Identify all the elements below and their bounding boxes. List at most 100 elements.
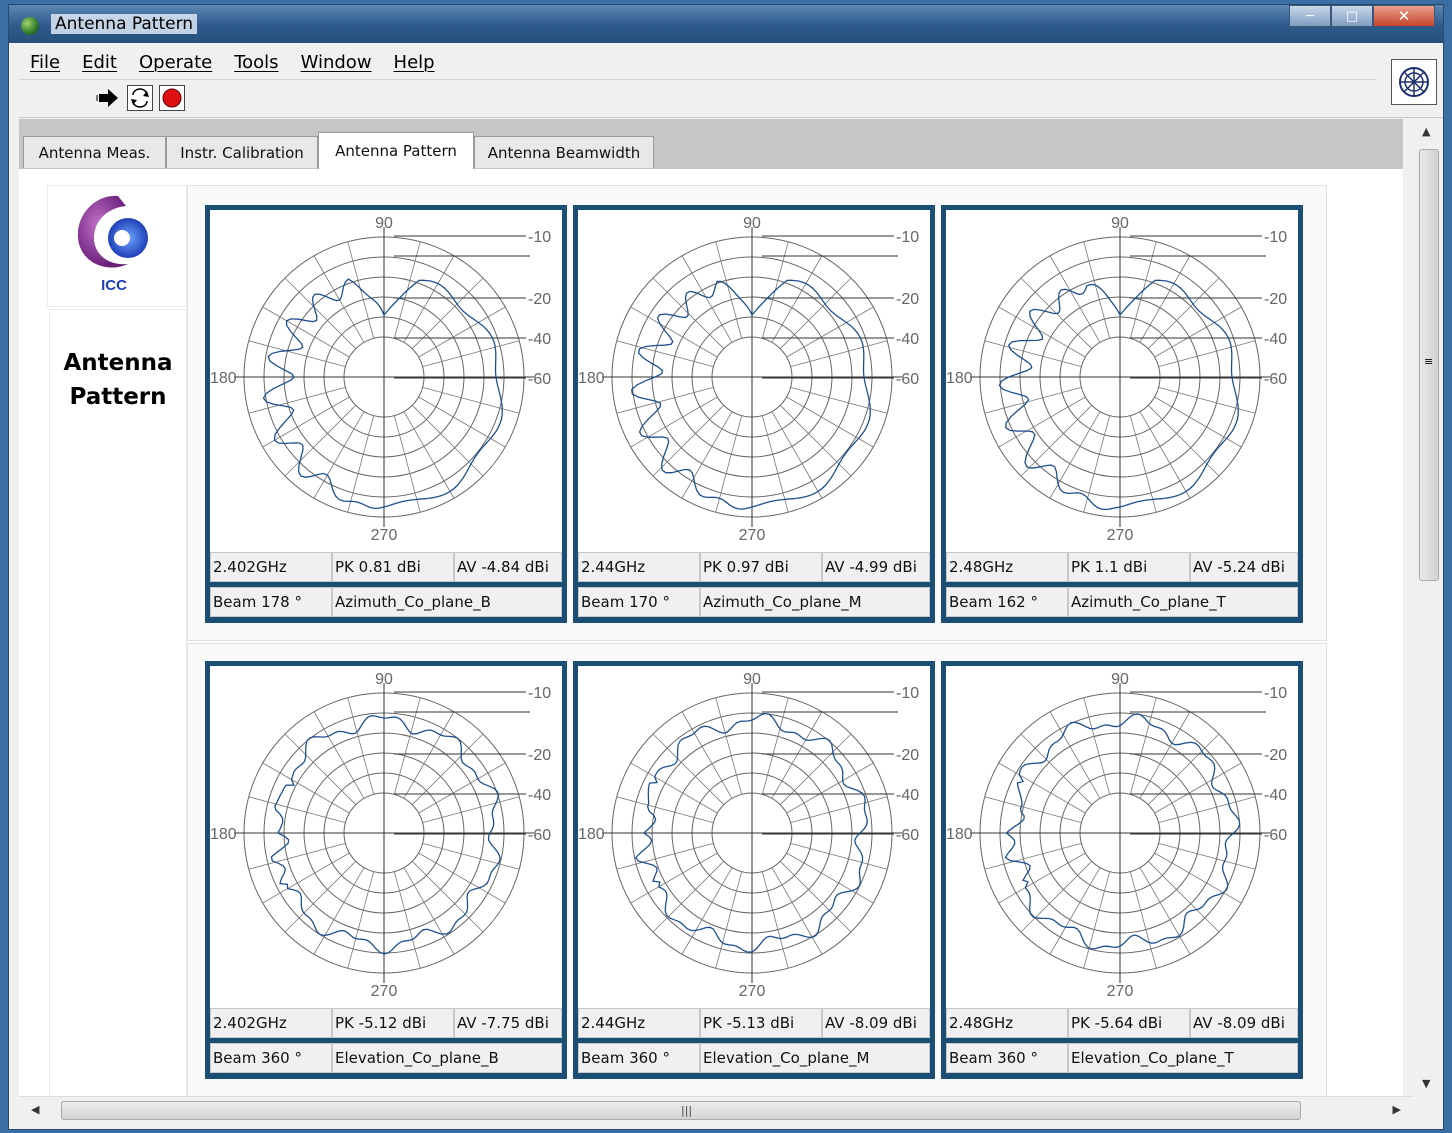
maximize-button[interactable]: □ (1331, 5, 1373, 27)
menu-file[interactable]: File (19, 52, 71, 73)
grid-spoke (248, 340, 346, 368)
angle-label-270: 270 (739, 983, 766, 1000)
tab-antenna-pattern[interactable]: Antenna Pattern (318, 132, 474, 169)
polar-plot: -10 -20 -40 -60 90 180 270 2.402GHz PK 0.81 dBi A… (205, 205, 567, 623)
close-icon: ✕ (1397, 7, 1411, 25)
toolbar (19, 81, 1377, 119)
scale-label: -10 (1264, 685, 1287, 702)
stop-button[interactable] (159, 85, 185, 111)
scroll-up-icon[interactable]: ▲ (1422, 125, 1430, 138)
window-title: Antenna Pattern (51, 14, 198, 34)
maximize-icon: □ (1345, 8, 1359, 24)
polar-plot: -10 -20 -40 -60 90 180 270 2.402GHz PK -5.12 dBi… (205, 661, 567, 1079)
menu-tools[interactable]: Tools (223, 52, 289, 73)
scroll-down-icon[interactable]: ▼ (1422, 1077, 1430, 1090)
peak-gain-cell: PK -5.13 dBi (700, 1008, 822, 1038)
angle-label-270: 270 (1107, 527, 1134, 544)
scale-label: -20 (528, 291, 551, 308)
help-window-button[interactable] (1391, 59, 1437, 105)
plane-cell: Azimuth_Co_plane_T (1068, 587, 1298, 617)
continuous-run-button[interactable] (127, 85, 153, 111)
grid-spoke (347, 415, 375, 513)
grid-spoke (412, 405, 484, 477)
menu-operate[interactable]: Operate (128, 52, 223, 73)
tab-antenna-beamwidth[interactable]: Antenna Beamwidth (474, 136, 654, 168)
tab-strip: Antenna Meas. Instr. Calibration Antenna… (19, 119, 1403, 169)
grid-spoke (984, 796, 1082, 824)
grid-spoke (1020, 733, 1092, 805)
plot-info-table: 2.48GHz PK 1.1 dBi AV -5.24 dBi Beam 162 ° A… (946, 552, 1298, 618)
grid-spoke (984, 340, 1082, 368)
menu-edit[interactable]: Edit (71, 52, 128, 73)
grid-spoke (393, 415, 421, 513)
polar-chart-svg: -10 -20 -40 -60 90 180 270 (210, 215, 551, 544)
scale-label: -60 (896, 827, 919, 844)
angle-label-180: 180 (210, 826, 237, 843)
horizontal-scrollbar[interactable]: ◀ ||| ▶ (19, 1096, 1413, 1123)
plane-cell: Elevation_Co_plane_M (700, 1043, 930, 1073)
run-button[interactable] (95, 85, 121, 111)
pattern-trace (631, 279, 871, 510)
scale-label: -60 (1264, 827, 1287, 844)
grid-spoke (347, 697, 375, 795)
vertical-scroll-thumb[interactable]: ≡ (1419, 149, 1439, 581)
stop-icon (162, 88, 182, 108)
peak-gain-cell: PK -5.64 dBi (1068, 1008, 1190, 1038)
app-window: Antenna Pattern ─ □ ✕ File Edit Operate … (8, 4, 1444, 1130)
grid-spoke (790, 842, 888, 870)
grid-spoke (1158, 796, 1256, 824)
grid-spoke (284, 277, 356, 349)
title-bar[interactable]: Antenna Pattern ─ □ ✕ (9, 5, 1443, 43)
horizontal-scroll-thumb[interactable]: ||| (61, 1101, 1301, 1120)
beam-cell: Beam 360 ° (946, 1043, 1068, 1073)
scroll-right-icon[interactable]: ▶ (1393, 1103, 1401, 1116)
scroll-left-icon[interactable]: ◀ (31, 1103, 39, 1116)
angle-label-180: 180 (578, 826, 605, 843)
polar-plot: -10 -20 -40 -60 90 180 270 2.44GHz PK -5.13 dBi A… (573, 661, 935, 1079)
grid-spoke (248, 796, 346, 824)
run-arrow-icon (96, 89, 118, 107)
grid-spoke (422, 386, 520, 414)
menu-help[interactable]: Help (383, 52, 446, 73)
grid-spoke (248, 386, 346, 414)
grid-spoke (984, 842, 1082, 870)
grid-spoke (761, 871, 789, 969)
grid-spoke (347, 871, 375, 969)
grid-spoke (1158, 842, 1256, 870)
grid-spoke (422, 796, 520, 824)
grid-spoke (393, 871, 421, 969)
grid-spoke (1083, 697, 1111, 795)
grid-spoke (248, 842, 346, 870)
angle-label-180: 180 (946, 370, 973, 387)
wheel-icon (1399, 67, 1429, 97)
tab-content: ICC Antenna Pattern -10 -20 -40 -60 90 180 270 2… (19, 169, 1403, 1101)
tab-antenna-meas[interactable]: Antenna Meas. (23, 136, 166, 168)
polar-plot-area: -10 -20 -40 -60 90 180 270 (210, 666, 562, 1008)
minimize-button[interactable]: ─ (1289, 5, 1331, 27)
scale-label: -40 (528, 787, 551, 804)
scale-label: -40 (896, 787, 919, 804)
menu-bar: File Edit Operate Tools Window Help (19, 45, 1377, 79)
scale-label: -60 (528, 371, 551, 388)
grid-spoke (984, 386, 1082, 414)
peak-gain-cell: PK 0.97 dBi (700, 552, 822, 582)
average-gain-cell: AV -4.99 dBi (822, 552, 930, 582)
vertical-scrollbar[interactable]: ▲ ≡ ▼ (1413, 119, 1443, 1097)
angle-label-90: 90 (1111, 671, 1129, 688)
grid-spoke (347, 241, 375, 339)
frequency-cell: 2.402GHz (210, 1008, 332, 1038)
grid-spoke (1129, 415, 1157, 513)
close-button[interactable]: ✕ (1373, 5, 1435, 27)
scale-label: -10 (896, 685, 919, 702)
polar-plot: -10 -20 -40 -60 90 180 270 2.48GHz PK -5.64 dBi A… (941, 661, 1303, 1079)
angle-label-180: 180 (210, 370, 237, 387)
grid-spoke (1020, 405, 1092, 477)
grid-spoke (1148, 405, 1220, 477)
scale-label: -10 (528, 229, 551, 246)
scale-label: -60 (1264, 371, 1287, 388)
tab-instr-calibration[interactable]: Instr. Calibration (166, 136, 318, 168)
grid-spoke (616, 842, 714, 870)
menu-window[interactable]: Window (290, 52, 383, 73)
scale-label: -20 (1264, 291, 1287, 308)
polar-plot-area: -10 -20 -40 -60 90 180 270 (578, 666, 930, 1008)
